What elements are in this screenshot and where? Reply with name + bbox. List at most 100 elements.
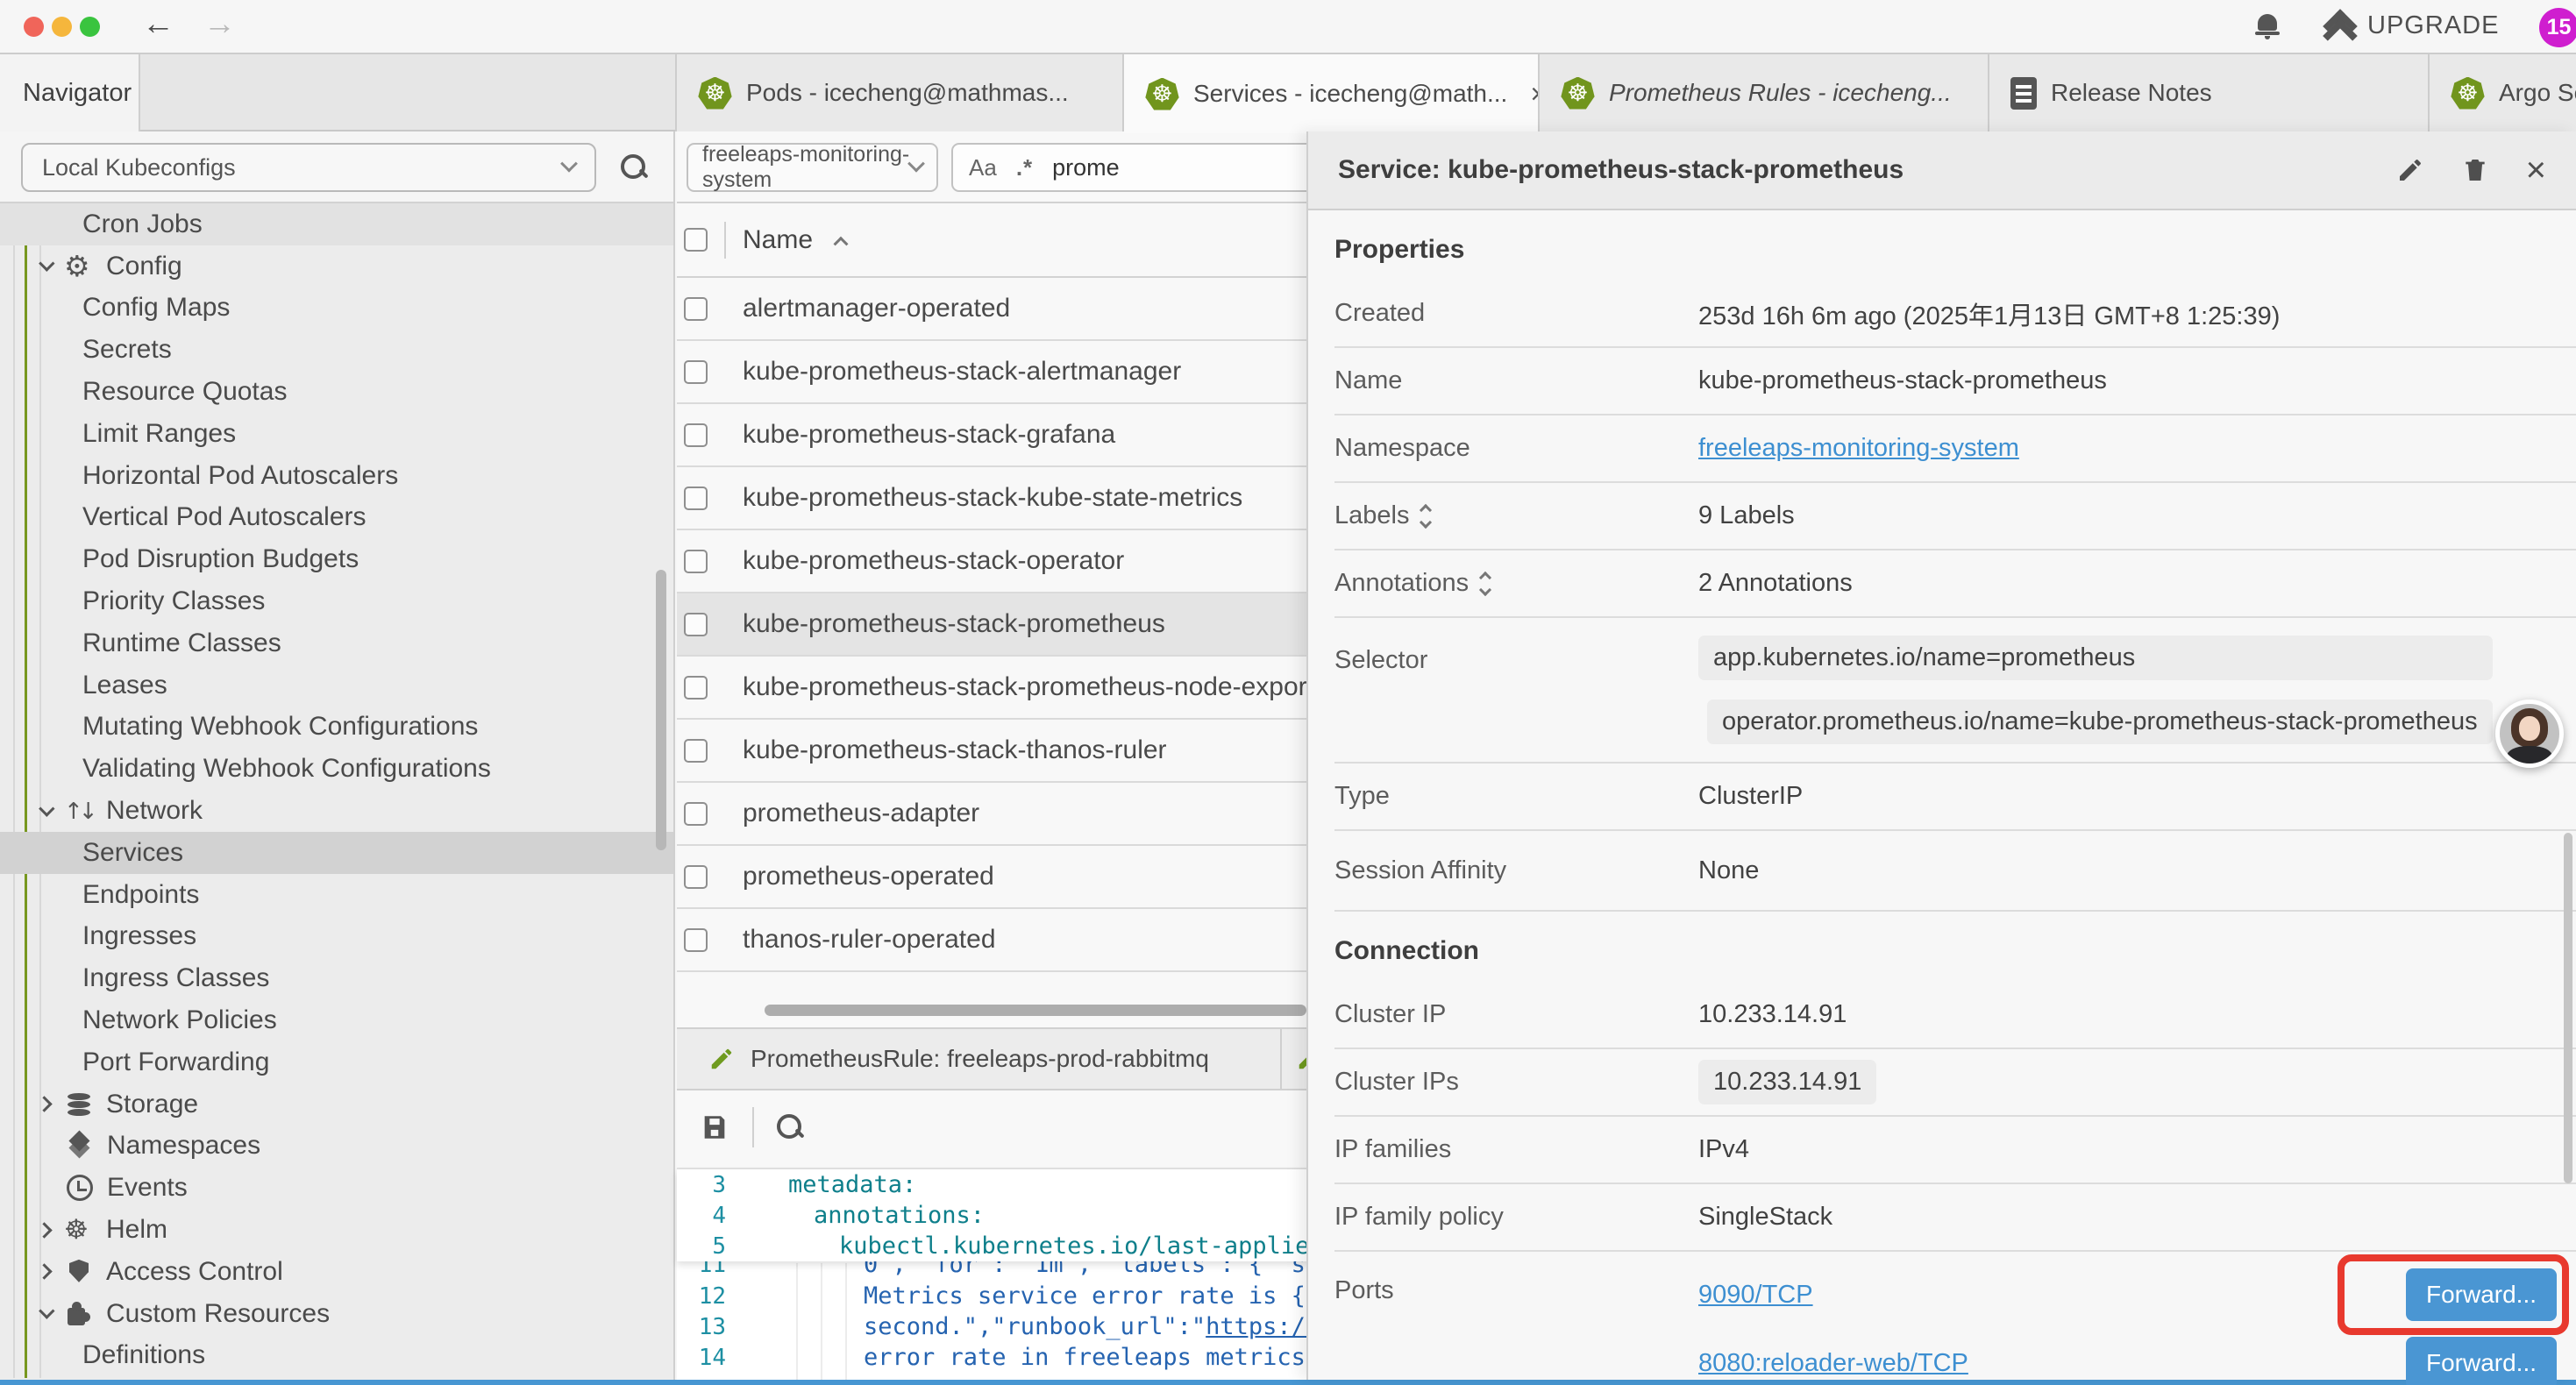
tree-item-icon bbox=[64, 1257, 94, 1287]
field-label: Session Affinity bbox=[1334, 856, 1698, 885]
tree-item[interactable]: Network bbox=[0, 790, 673, 832]
connection-heading: Connection bbox=[1334, 912, 2576, 982]
sort-ascending-icon[interactable] bbox=[834, 236, 849, 251]
forward-arrow-icon[interactable]: → bbox=[203, 5, 236, 42]
service-name: kube-prometheus-stack-prometheus bbox=[743, 609, 1165, 639]
tree-item[interactable]: Config bbox=[0, 245, 673, 288]
tree-item[interactable]: Ingresses bbox=[0, 916, 673, 958]
namespace-select[interactable]: freeleaps-monitoring-system bbox=[687, 143, 938, 192]
tree-item[interactable]: Priority Classes bbox=[0, 580, 673, 622]
sidebar-scrollbar[interactable] bbox=[656, 570, 666, 850]
forward-button[interactable]: Forward... bbox=[2406, 1268, 2557, 1321]
row-checkbox[interactable] bbox=[684, 739, 708, 763]
tab-argo[interactable]: ☸ Argo Se bbox=[2430, 54, 2576, 131]
window-minimize-button[interactable] bbox=[52, 17, 72, 37]
tree-item[interactable]: Endpoints bbox=[0, 874, 673, 916]
tree-item[interactable]: Access Control bbox=[0, 1251, 673, 1293]
tree-item[interactable]: Storage bbox=[0, 1083, 673, 1126]
namespace-link[interactable]: freeleaps-monitoring-system bbox=[1698, 434, 2019, 463]
upgrade-button[interactable]: UPGRADE bbox=[2322, 11, 2499, 40]
tree-item[interactable]: Vertical Pod Autoscalers bbox=[0, 497, 673, 539]
tree-item[interactable]: Limit Ranges bbox=[0, 413, 673, 455]
row-checkbox[interactable] bbox=[684, 802, 708, 826]
tree-item[interactable]: Pod Disruption Budgets bbox=[0, 538, 673, 580]
tree-item-label: Endpoints bbox=[82, 880, 199, 910]
port-link[interactable]: 8080:reloader-web/TCP bbox=[1698, 1349, 1968, 1378]
back-arrow-icon[interactable]: ← bbox=[142, 5, 174, 42]
tab-label: Pods - icecheng@mathmas... bbox=[746, 79, 1069, 107]
tree-item[interactable]: Horizontal Pod Autoscalers bbox=[0, 455, 673, 497]
properties-heading: Properties bbox=[1334, 210, 2576, 281]
row-checkbox[interactable] bbox=[684, 676, 708, 700]
row-checkbox[interactable] bbox=[684, 550, 708, 573]
tree-item[interactable]: Network Policies bbox=[0, 999, 673, 1041]
tab-pods[interactable]: ☸ Pods - icecheng@mathmas... bbox=[675, 54, 1124, 131]
expand-sorter-icon[interactable] bbox=[1481, 573, 1490, 594]
match-case-toggle[interactable]: Aa bbox=[969, 154, 997, 181]
notification-count-badge[interactable]: 15 bbox=[2539, 8, 2576, 47]
tree-item[interactable]: Ingress Classes bbox=[0, 957, 673, 999]
tree-item[interactable]: Validating Webhook Configurations bbox=[0, 748, 673, 790]
tab-services[interactable]: ☸ Services - icecheng@math... × bbox=[1124, 54, 1540, 133]
row-checkbox[interactable] bbox=[684, 487, 708, 510]
row-checkbox[interactable] bbox=[684, 423, 708, 447]
edit-pencil-icon[interactable] bbox=[2396, 156, 2424, 184]
ip-families-row: IP families IPv4 bbox=[1334, 1117, 2576, 1184]
field-value: SingleStack bbox=[1698, 1203, 1832, 1232]
user-avatar[interactable] bbox=[2495, 700, 2564, 768]
search-icon[interactable] bbox=[619, 153, 649, 182]
select-all-checkbox[interactable] bbox=[684, 228, 708, 252]
tree-item[interactable]: Helm bbox=[0, 1209, 673, 1251]
code-text: second.","runbook_url":"https://net bbox=[864, 1313, 1363, 1340]
regex-toggle[interactable]: .* bbox=[1016, 154, 1033, 181]
forward-button[interactable]: Forward... bbox=[2406, 1337, 2557, 1385]
tree-item[interactable]: Custom Resources bbox=[0, 1293, 673, 1335]
row-checkbox[interactable] bbox=[684, 928, 708, 952]
field-value[interactable]: 9 Labels bbox=[1698, 501, 1795, 530]
expand-sorter-icon[interactable] bbox=[1421, 506, 1430, 527]
tree-item[interactable]: Port Forwarding bbox=[0, 1041, 673, 1083]
window-maximize-button[interactable] bbox=[80, 17, 100, 37]
field-label: Cluster IPs bbox=[1334, 1068, 1698, 1097]
port-link[interactable]: 9090/TCP bbox=[1698, 1281, 1813, 1310]
horizontal-scrollbar[interactable] bbox=[765, 1005, 1306, 1016]
field-label: Selector bbox=[1334, 636, 1698, 675]
tab-prometheus-rules[interactable]: ☸ Prometheus Rules - icecheng... bbox=[1540, 54, 1989, 131]
navigator-panel-tab[interactable]: Navigator bbox=[0, 54, 140, 131]
delete-trash-icon[interactable] bbox=[2461, 156, 2489, 184]
prometheusrule-editor-tab[interactable]: PrometheusRule: freeleaps-prod-rabbitmq bbox=[677, 1029, 1282, 1089]
row-checkbox[interactable] bbox=[684, 360, 708, 384]
kubeconfig-select[interactable]: Local Kubeconfigs bbox=[21, 143, 596, 192]
tree-item[interactable]: Leases bbox=[0, 664, 673, 707]
row-checkbox[interactable] bbox=[684, 865, 708, 889]
service-name: prometheus-adapter bbox=[743, 799, 979, 828]
tree-item[interactable]: Resource Quotas bbox=[0, 371, 673, 413]
tree-item[interactable]: Mutating Webhook Configurations bbox=[0, 707, 673, 749]
field-value[interactable]: 2 Annotations bbox=[1698, 569, 1853, 598]
tab-release-notes[interactable]: Release Notes bbox=[1989, 54, 2430, 131]
tree-item[interactable]: Config Maps bbox=[0, 288, 673, 330]
name-column-header[interactable]: Name bbox=[743, 225, 813, 255]
chevron-icon bbox=[39, 800, 54, 816]
tree-item[interactable]: Definitions bbox=[0, 1335, 673, 1377]
tree-item[interactable]: Events bbox=[0, 1167, 673, 1209]
drawer-scrollbar[interactable] bbox=[2564, 833, 2572, 1183]
close-icon[interactable]: × bbox=[2526, 156, 2546, 184]
row-checkbox[interactable] bbox=[684, 297, 708, 321]
editor-search-icon[interactable] bbox=[775, 1112, 805, 1142]
tree-item[interactable]: Namespaces bbox=[0, 1126, 673, 1168]
tree-item[interactable]: Runtime Classes bbox=[0, 622, 673, 664]
tree-item[interactable]: Secrets bbox=[0, 329, 673, 371]
tree-item-label: Secrets bbox=[82, 335, 172, 365]
navigator-sidebar: Local Kubeconfigs Cron Jobs Config bbox=[0, 131, 675, 1380]
tree-item[interactable]: Services bbox=[0, 832, 673, 874]
tree-item-label: Mutating Webhook Configurations bbox=[82, 712, 478, 742]
notifications-bell-icon[interactable] bbox=[2255, 13, 2280, 39]
name-filter-input[interactable]: Aa .* prome bbox=[951, 143, 1337, 192]
code-text: annotations: bbox=[814, 1202, 985, 1229]
close-tab-icon[interactable]: × bbox=[1530, 78, 1540, 110]
row-checkbox[interactable] bbox=[684, 613, 708, 636]
save-icon[interactable] bbox=[700, 1112, 729, 1142]
tree-item[interactable]: Cron Jobs bbox=[0, 203, 673, 245]
window-close-button[interactable] bbox=[24, 17, 44, 37]
